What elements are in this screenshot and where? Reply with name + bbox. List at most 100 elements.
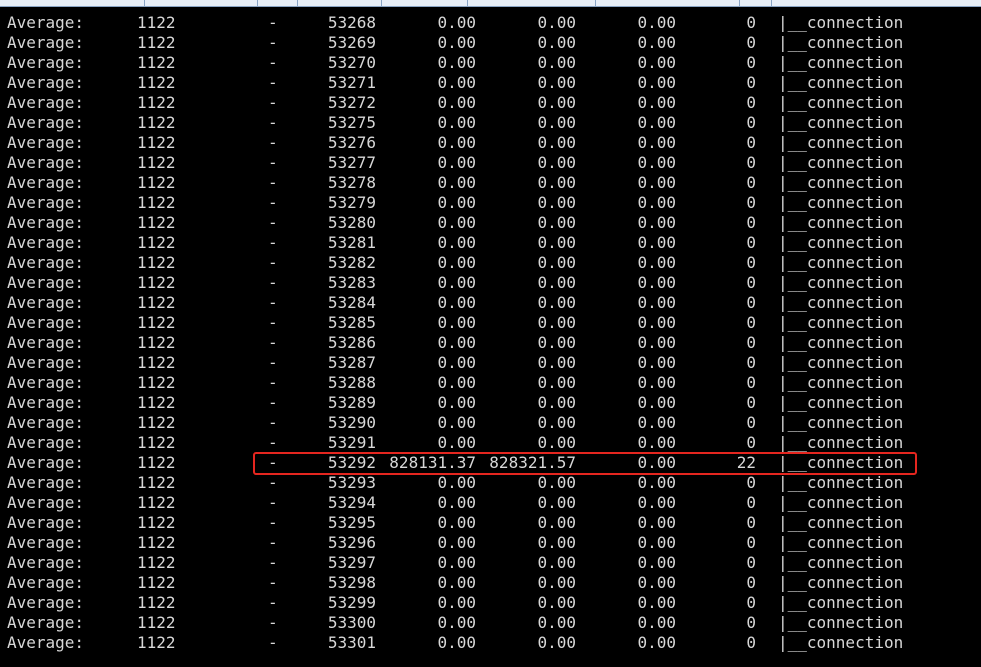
iodelay-cell: 0 (746, 313, 756, 332)
kb-rd-cell: 0.00 (437, 573, 476, 592)
tid-cell: 53301 (327, 633, 376, 652)
kb-rd-cell: 0.00 (437, 233, 476, 252)
kb-ccwr-cell: 0.00 (637, 133, 676, 152)
uid-cell: 1122 (137, 173, 176, 192)
kb-rd-cell: 0.00 (437, 13, 476, 32)
kb-wr-cell: 0.00 (537, 73, 576, 92)
row-label: Average: (7, 153, 85, 172)
column-header-strip (0, 0, 981, 7)
uid-cell: 1122 (137, 113, 176, 132)
iodelay-cell: 0 (746, 233, 756, 252)
column-divider[interactable] (467, 0, 468, 6)
command-cell: |__connection (778, 153, 904, 172)
row-label: Average: (7, 133, 85, 152)
kb-wr-cell: 0.00 (537, 33, 576, 52)
uid-cell: 1122 (137, 633, 176, 652)
column-divider[interactable] (257, 0, 258, 6)
tid-cell: 53291 (327, 433, 376, 452)
kb-wr-cell: 0.00 (537, 613, 576, 632)
row-label: Average: (7, 593, 85, 612)
kb-wr-cell: 0.00 (537, 113, 576, 132)
kb-rd-cell: 0.00 (437, 133, 476, 152)
kb-wr-cell: 0.00 (537, 493, 576, 512)
uid-cell: 1122 (137, 153, 176, 172)
iodelay-cell: 0 (746, 333, 756, 352)
row-label: Average: (7, 233, 85, 252)
iodelay-cell: 0 (746, 193, 756, 212)
tgid-cell: - (268, 13, 278, 32)
kb-ccwr-cell: 0.00 (637, 553, 676, 572)
kb-rd-cell: 0.00 (437, 393, 476, 412)
tid-cell: 53281 (327, 233, 376, 252)
command-cell: |__connection (778, 633, 904, 652)
kb-rd-cell: 0.00 (437, 113, 476, 132)
command-cell: |__connection (778, 313, 904, 332)
tgid-cell: - (268, 253, 278, 272)
uid-cell: 1122 (137, 433, 176, 452)
tgid-cell: - (268, 473, 278, 492)
row-label: Average: (7, 413, 85, 432)
uid-cell: 1122 (137, 333, 176, 352)
iodelay-cell: 0 (746, 173, 756, 192)
kb-wr-cell: 0.00 (537, 313, 576, 332)
kb-rd-cell: 0.00 (437, 513, 476, 532)
kb-wr-cell: 0.00 (537, 333, 576, 352)
kb-rd-cell: 0.00 (437, 473, 476, 492)
kb-ccwr-cell: 0.00 (637, 513, 676, 532)
kb-rd-cell: 0.00 (437, 353, 476, 372)
column-divider[interactable] (771, 0, 772, 6)
tid-cell: 53282 (327, 253, 376, 272)
column-divider[interactable] (595, 0, 596, 6)
command-cell: |__connection (778, 473, 904, 492)
terminal-output[interactable]: Average: 1122-53268 0.00 0.00 0.00 0 |__connec… (0, 13, 981, 653)
tgid-cell: - (268, 513, 278, 532)
tid-cell: 53272 (327, 93, 376, 112)
kb-ccwr-cell: 0.00 (637, 33, 676, 52)
column-divider[interactable] (144, 0, 145, 6)
terminal-row: Average: 1122 - 53275 0.00 0.00 0.00 0 |__connec… (0, 113, 981, 133)
terminal-row: Average: 1122 - 53284 0.00 0.00 0.00 0 |__connec… (0, 293, 981, 313)
tid-cell: 53284 (327, 293, 376, 312)
row-label: Average: (7, 313, 85, 332)
kb-rd-cell: 0.00 (437, 53, 476, 72)
terminal-row: Average: 1122 - 53286 0.00 0.00 0.00 0 |__connec… (0, 333, 981, 353)
row-label: Average: (7, 433, 85, 452)
uid-cell: 1122 (137, 53, 176, 72)
tgid-cell: - (268, 553, 278, 572)
kb-wr-cell: 0.00 (537, 533, 576, 552)
tid-cell: 53275 (327, 113, 376, 132)
uid-cell: 1122 (137, 513, 176, 532)
kb-ccwr-cell: 0.00 (637, 393, 676, 412)
command-cell: |__connection (778, 373, 904, 392)
terminal-row: Average: 1122 - 53291 0.00 0.00 0.00 0 |__connec… (0, 433, 981, 453)
column-divider[interactable] (297, 0, 298, 6)
iodelay-cell: 0 (746, 13, 756, 32)
tgid-cell: - (268, 613, 278, 632)
kb-wr-cell: 0.00 (537, 153, 576, 172)
tid-cell: 53293 (327, 473, 376, 492)
kb-ccwr-cell: 0.00 (637, 73, 676, 92)
uid-cell: 1122 (137, 613, 176, 632)
kb-wr-cell: 0.00 (537, 193, 576, 212)
column-divider[interactable] (381, 0, 382, 6)
kb-ccwr-cell: 0.00 (637, 173, 676, 192)
tgid-cell: - (268, 133, 278, 152)
uid-cell: 1122 (137, 553, 176, 572)
row-label: Average: (7, 193, 85, 212)
iodelay-cell: 0 (746, 573, 756, 592)
iodelay-cell: 0 (746, 413, 756, 432)
command-cell: |__connection (778, 333, 904, 352)
tgid-cell: - (268, 233, 278, 252)
kb-wr-cell: 0.00 (537, 213, 576, 232)
row-label: Average: (7, 473, 85, 492)
uid-cell: 1122 (137, 373, 176, 392)
uid-cell: 1122 (137, 233, 176, 252)
terminal-row: Average: 1122 - 53296 0.00 0.00 0.00 0 |__connec… (0, 533, 981, 553)
uid-cell: 1122 (137, 133, 176, 152)
iodelay-cell: 0 (746, 633, 756, 652)
tgid-cell: - (268, 573, 278, 592)
column-divider[interactable] (739, 0, 740, 6)
kb-ccwr-cell: 0.00 (637, 333, 676, 352)
kb-ccwr-cell: 0.00 (637, 613, 676, 632)
kb-wr-cell: 0.00 (537, 373, 576, 392)
